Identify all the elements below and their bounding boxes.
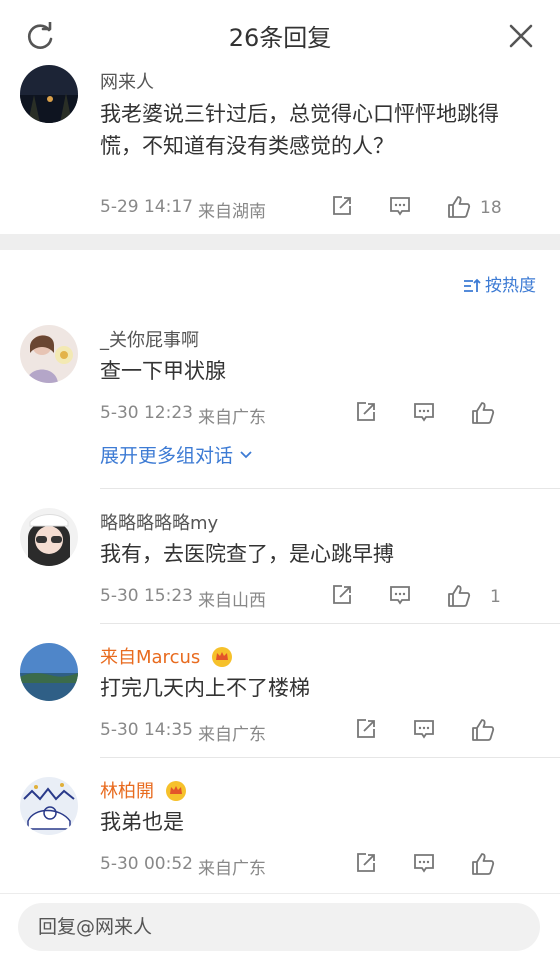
comment-location: 来自广东 — [198, 725, 266, 745]
header: 26条回复 — [0, 0, 560, 70]
like-count: 18 — [480, 198, 502, 218]
avatar[interactable] — [20, 325, 78, 383]
divider — [100, 623, 560, 624]
page-title: 26条回复 — [228, 24, 332, 52]
comment-location: 来自广东 — [198, 859, 266, 879]
expand-more-conversations-link[interactable]: 展开更多组对话 — [100, 441, 253, 468]
comment-icon[interactable] — [388, 194, 412, 224]
action-bar: 1 — [330, 583, 560, 613]
like-icon[interactable] — [470, 851, 496, 881]
comment-text: 我弟也是 — [100, 810, 184, 834]
action-bar: 18 — [330, 194, 560, 224]
username[interactable]: 来自Marcus — [100, 643, 234, 669]
avatar[interactable] — [20, 777, 78, 835]
action-bar — [330, 400, 560, 430]
comment-icon[interactable] — [412, 717, 436, 747]
comment-time: 5-30 00:52 — [100, 854, 193, 874]
like-count: 1 — [490, 587, 501, 607]
username[interactable]: 网来人 — [100, 68, 154, 94]
share-icon[interactable] — [330, 583, 354, 613]
vip-crown-icon — [165, 781, 186, 801]
divider — [100, 757, 560, 758]
share-icon[interactable] — [354, 851, 378, 881]
username[interactable]: 林柏開 — [100, 777, 188, 803]
close-icon[interactable] — [507, 22, 535, 50]
comment-text: 我有，去医院查了，是心跳早搏 — [100, 542, 394, 566]
reply-box[interactable] — [18, 903, 540, 951]
like-icon[interactable] — [470, 400, 496, 430]
reply-bar — [0, 893, 560, 960]
comment-icon[interactable] — [388, 583, 412, 613]
sort-icon — [464, 278, 481, 292]
comment-time: 5-29 14:17 — [100, 197, 193, 217]
comment-location: 来自广东 — [198, 408, 266, 428]
sort-by-hot-button[interactable]: 按热度 — [463, 271, 536, 296]
like-icon[interactable] — [446, 194, 472, 224]
share-icon[interactable] — [354, 400, 378, 430]
comment-text: 打完几天内上不了楼梯 — [100, 676, 310, 700]
vip-crown-icon — [211, 647, 232, 667]
username-text: 林柏開 — [100, 781, 154, 802]
comment-time: 5-30 14:35 — [100, 720, 193, 740]
comment-time: 5-30 12:23 — [100, 403, 193, 423]
username[interactable]: _关你屁事啊 — [100, 326, 199, 352]
avatar[interactable] — [20, 643, 78, 701]
expand-label: 展开更多组对话 — [100, 445, 234, 467]
comment-text: 查一下甲状腺 — [100, 359, 226, 383]
username[interactable]: 略略略略略my — [100, 509, 218, 535]
original-comment: 网来人 我老婆说三针过后，总觉得心口怦怦地跳得 慌，不知道有没有类感觉的人？ 5… — [0, 65, 560, 234]
share-icon[interactable] — [354, 717, 378, 747]
section-separator — [0, 234, 560, 250]
comment-icon[interactable] — [412, 400, 436, 430]
chevron-down-icon — [240, 451, 252, 459]
reply-input[interactable] — [38, 903, 518, 951]
like-icon[interactable] — [446, 583, 472, 613]
comment-text-line1: 我老婆说三针过后，总觉得心口怦怦地跳得 — [100, 102, 499, 126]
sort-label: 按热度 — [485, 276, 536, 296]
username-text: 来自Marcus — [100, 647, 201, 668]
avatar[interactable] — [20, 508, 78, 566]
comment-location: 来自山西 — [198, 591, 266, 611]
comment-location: 来自湖南 — [198, 202, 266, 222]
comment-icon[interactable] — [412, 851, 436, 881]
action-bar — [330, 851, 560, 881]
action-bar — [330, 717, 560, 747]
comment-text-line2: 慌，不知道有没有类感觉的人？ — [100, 134, 394, 158]
comment-time: 5-30 15:23 — [100, 586, 193, 606]
avatar[interactable] — [20, 65, 78, 123]
divider — [100, 488, 560, 489]
share-icon[interactable] — [330, 194, 354, 224]
like-icon[interactable] — [470, 717, 496, 747]
